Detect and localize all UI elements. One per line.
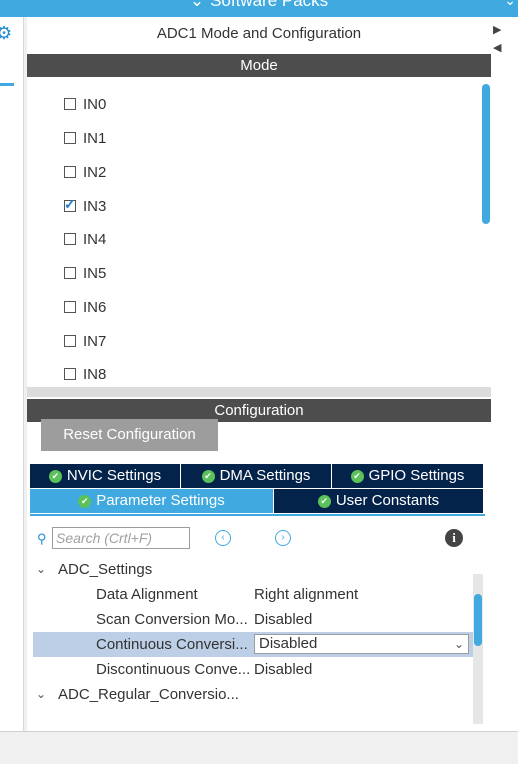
channel-in4[interactable]: IN4: [64, 229, 106, 249]
software-packs-bar[interactable]: ⌄ Software Packs ⌄: [0, 0, 518, 17]
mode-channel-list: IN0 IN1 IN2 IN3 IN4 IN5 IN6 IN7: [27, 80, 481, 405]
param-row-scan-conversion[interactable]: Scan Conversion Mo... Disabled: [27, 607, 473, 632]
mode-scrollbar-thumb[interactable]: [482, 84, 490, 224]
param-row-continuous-conversion[interactable]: Continuous Conversi... Disabled ⌄: [33, 632, 473, 657]
next-match-icon[interactable]: ›: [275, 530, 291, 546]
channel-checkbox[interactable]: [64, 368, 76, 380]
chevron-down-icon: ⌄: [189, 0, 205, 10]
check-circle-icon: ✔: [48, 470, 62, 483]
expand-icon[interactable]: ◀: [493, 41, 501, 54]
bottom-status-bar: [0, 731, 518, 764]
search-icon: ⚲: [37, 531, 47, 546]
collapse-icon[interactable]: ▶: [493, 23, 501, 36]
search-input[interactable]: [52, 527, 190, 549]
channel-in0[interactable]: IN0: [64, 94, 106, 114]
channel-checkbox[interactable]: [64, 233, 76, 245]
prev-match-icon[interactable]: ‹: [215, 530, 231, 546]
tab-user-constants[interactable]: ✔ User Constants: [274, 489, 483, 513]
channel-checkbox[interactable]: [64, 301, 76, 313]
chevron-down-icon[interactable]: ⌄: [454, 635, 464, 653]
channel-in2[interactable]: IN2: [64, 162, 106, 182]
left-pane-indicator: [0, 83, 14, 86]
search-toolbar: ⚲ ‹ › i: [35, 527, 475, 551]
reset-configuration-button[interactable]: Reset Configuration: [41, 419, 218, 451]
tree-group-adc-settings[interactable]: ⌄ ADC_Settings: [27, 557, 473, 582]
left-pane: ⚙: [0, 17, 24, 731]
param-row-data-alignment[interactable]: Data Alignment Right alignment: [27, 582, 473, 607]
tab-dma-settings[interactable]: ✔ DMA Settings: [181, 464, 332, 488]
channel-in1[interactable]: IN1: [64, 128, 106, 148]
channel-in6[interactable]: IN6: [64, 297, 106, 317]
right-collapse-strip: ▶ ◀: [491, 17, 518, 731]
channel-checkbox[interactable]: [64, 166, 76, 178]
tab-parameter-settings[interactable]: ✔ Parameter Settings: [30, 489, 274, 513]
tab-gpio-settings[interactable]: ✔ GPIO Settings: [332, 464, 483, 488]
channel-in8[interactable]: IN8: [64, 364, 106, 384]
mode-hscrollbar[interactable]: [27, 387, 491, 397]
tree-group-adc-regular-conversion[interactable]: ⌄ ADC_Regular_Conversio...: [27, 682, 473, 707]
info-icon[interactable]: i: [445, 529, 463, 547]
panel-title: ADC1 Mode and Configuration: [156, 25, 362, 42]
mode-scrollbar[interactable]: [481, 80, 491, 405]
parameter-scrollbar-thumb[interactable]: [474, 594, 482, 646]
parameter-scrollbar[interactable]: [473, 574, 483, 724]
check-circle-icon: ✔: [317, 495, 331, 508]
software-packs-title[interactable]: ⌄ Software Packs: [0, 0, 518, 11]
tab-nvic-settings[interactable]: ✔ NVIC Settings: [30, 464, 181, 488]
channel-checkbox[interactable]: [64, 132, 76, 144]
adc-config-panel: ADC1 Mode and Configuration Mode IN0 IN1…: [27, 17, 491, 731]
mode-header: Mode: [27, 54, 491, 77]
channel-checkbox-checked[interactable]: [64, 196, 76, 213]
channel-checkbox[interactable]: [64, 335, 76, 347]
tab-underline: [30, 514, 485, 516]
gear-icon[interactable]: ⚙: [0, 23, 12, 44]
chevron-down-icon[interactable]: ⌄: [504, 0, 516, 9]
check-circle-icon: ✔: [350, 470, 364, 483]
channel-in5[interactable]: IN5: [64, 263, 106, 283]
channel-checkbox[interactable]: [64, 267, 76, 279]
param-row-discontinuous-conversion[interactable]: Discontinuous Conve... Disabled: [27, 657, 473, 682]
check-circle-icon: ✔: [201, 470, 215, 483]
check-circle-icon: ✔: [78, 495, 92, 508]
channel-checkbox[interactable]: [64, 98, 76, 110]
channel-in3[interactable]: IN3: [64, 196, 106, 216]
continuous-conversion-select[interactable]: Disabled ⌄: [254, 634, 469, 654]
channel-in7[interactable]: IN7: [64, 331, 106, 351]
chevron-down-icon[interactable]: ⌄: [36, 557, 46, 582]
chevron-down-icon[interactable]: ⌄: [36, 682, 46, 707]
